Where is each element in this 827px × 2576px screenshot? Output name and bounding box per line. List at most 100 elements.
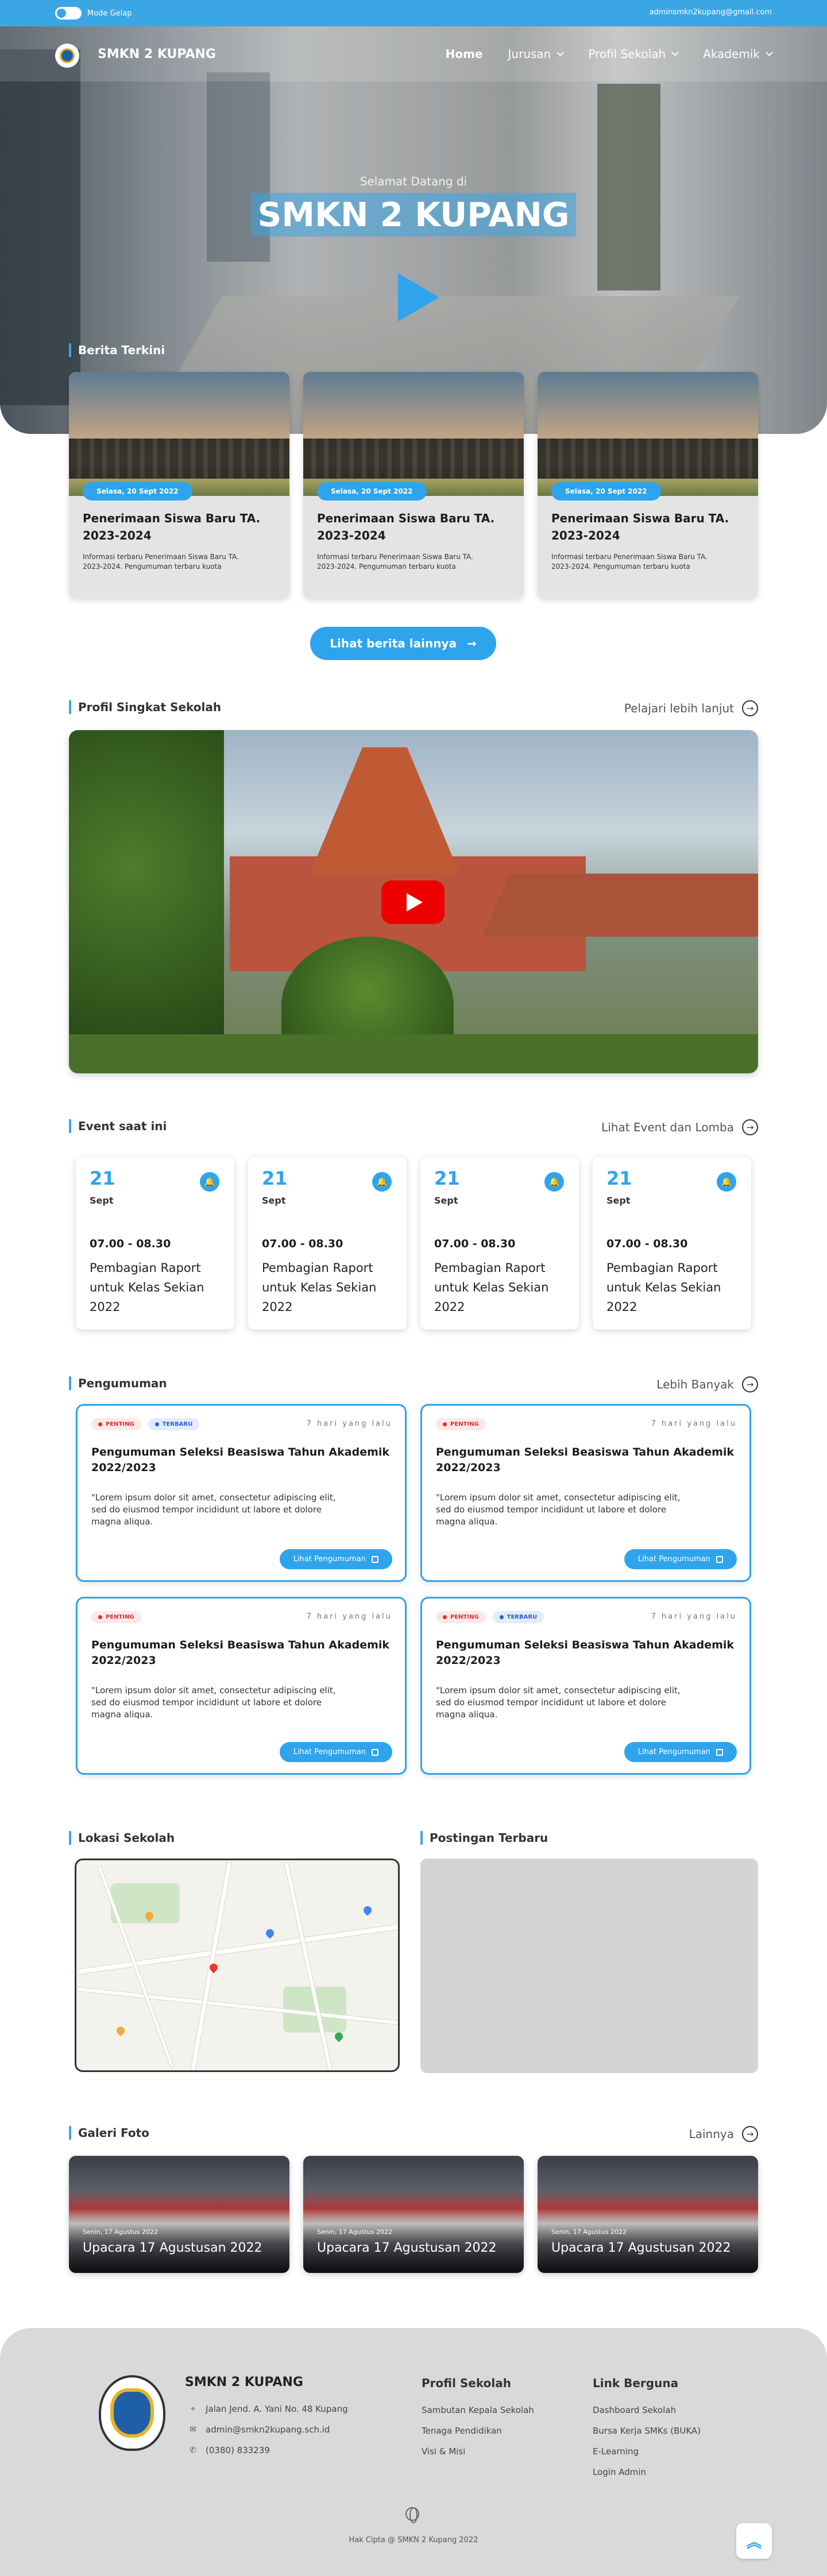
view-announcement-button[interactable]: Lihat Pengumuman: [624, 1549, 737, 1569]
announcement-tags: PENTING TERBARU: [436, 1611, 544, 1623]
footer-link-elearning[interactable]: E-Learning: [593, 2446, 639, 2457]
news-card[interactable]: Selasa, 20 Sept 2022 Penerimaan Siswa Ba…: [69, 372, 289, 598]
footer-profile-title: Profil Sekolah: [422, 2376, 511, 2390]
bell-icon[interactable]: 🔔: [717, 1172, 736, 1192]
event-title: Pembagian Raport untuk Kelas Sekian 2022: [434, 1261, 549, 1314]
announcements-section-title: Pengumuman: [69, 1376, 167, 1390]
gallery-card[interactable]: Senin, 17 Agustus 2022 Upacara 17 Agustu…: [69, 2156, 289, 2273]
gallery-date: Senin, 17 Agustus 2022: [551, 2228, 627, 2236]
bell-icon[interactable]: 🔔: [544, 1172, 564, 1192]
announcement-body: "Lorem ipsum dolor sit amet, consectetur…: [91, 1685, 336, 1720]
footer-phone[interactable]: ✆ (0380) 833239: [188, 2445, 270, 2455]
nav-item-jurusan[interactable]: Jurusan: [508, 47, 565, 61]
news-image: [538, 372, 758, 496]
nav-item-profil-sekolah[interactable]: Profil Sekolah: [588, 47, 679, 61]
school-location-map[interactable]: [75, 1859, 400, 2072]
footer-link-bursa-kerja[interactable]: Bursa Kerja SMKs (BUKA): [593, 2426, 701, 2436]
tag-new: TERBARU: [148, 1418, 200, 1430]
footer-link-login-admin[interactable]: Login Admin: [593, 2467, 646, 2477]
copyright-text: Hak Cipta @ SMKN 2 Kupang 2022: [349, 2536, 478, 2544]
news-title[interactable]: Penerimaan Siswa Baru TA. 2023-2024: [83, 510, 266, 544]
view-announcement-button[interactable]: Lihat Pengumuman: [279, 1742, 392, 1762]
event-time: 07.00 - 08.30: [90, 1237, 171, 1250]
event-card[interactable]: 21 Sept 🔔 07.00 - 08.30 Pembagian Raport…: [420, 1157, 579, 1329]
nav-menu: Home Jurusan Profil Sekolah Akademik: [446, 47, 773, 61]
announcement-card[interactable]: PENTING TERBARU 7 hari yang lalu Pengumu…: [76, 1404, 407, 1582]
news-title[interactable]: Penerimaan Siswa Baru TA. 2023-2024: [317, 510, 501, 544]
announcement-card[interactable]: PENTING TERBARU 7 hari yang lalu Pengumu…: [420, 1597, 751, 1775]
arrow-right-icon: →: [466, 637, 477, 650]
news-card[interactable]: Selasa, 20 Sept 2022 Penerimaan Siswa Ba…: [303, 372, 524, 598]
link-label: Lebih Banyak: [656, 1378, 734, 1391]
view-announcement-button[interactable]: Lihat Pengumuman: [279, 1549, 392, 1569]
external-link-icon: [372, 1748, 378, 1756]
news-image: [303, 372, 524, 496]
announcement-title: Pengumuman Seleksi Beasiswa Tahun Akadem…: [436, 1639, 735, 1667]
news-date-badge: Selasa, 20 Sept 2022: [551, 482, 661, 501]
event-day: 21: [90, 1167, 115, 1189]
youtube-play-icon[interactable]: [381, 880, 445, 924]
tag-important: PENTING: [91, 1611, 141, 1623]
more-news-button[interactable]: Lihat berita lainnya →: [310, 627, 496, 660]
events-more-link[interactable]: Lihat Event dan Lomba →: [601, 1119, 758, 1135]
profile-video[interactable]: [69, 730, 758, 1073]
globe-icon[interactable]: [405, 2507, 419, 2523]
announcement-tags: PENTING: [91, 1611, 141, 1623]
logo-emblem-icon: [60, 48, 75, 63]
event-card[interactable]: 21 Sept 🔔 07.00 - 08.30 Pembagian Raport…: [593, 1157, 751, 1329]
footer-link-dashboard[interactable]: Dashboard Sekolah: [593, 2405, 676, 2415]
gallery-card[interactable]: Senin, 17 Agustus 2022 Upacara 17 Agustu…: [303, 2156, 524, 2273]
view-announcement-button[interactable]: Lihat Pengumuman: [624, 1742, 737, 1762]
video-roof-side: [482, 874, 758, 937]
bell-icon[interactable]: 🔔: [372, 1172, 392, 1192]
location-pin-icon: [115, 2025, 126, 2036]
news-description: Informasi terbaru Penerimaan Siswa Baru …: [317, 553, 473, 571]
bell-icon[interactable]: 🔔: [200, 1172, 219, 1192]
gallery-overlay: [69, 2156, 289, 2273]
contact-email[interactable]: adminsmkn2kupang@gmail.com: [650, 8, 772, 17]
footer-link-tenaga[interactable]: Tenaga Pendidikan: [422, 2426, 502, 2436]
footer: SMKN 2 KUPANG ⌖ Jalan Jend. A. Yani No. 4…: [0, 2328, 827, 2576]
news-card[interactable]: Selasa, 20 Sept 2022 Penerimaan Siswa Ba…: [538, 372, 758, 598]
announcement-card[interactable]: PENTING 7 hari yang lalu Pengumuman Sele…: [420, 1404, 751, 1582]
gallery-title: Upacara 17 Agustusan 2022: [551, 2241, 731, 2255]
event-time: 07.00 - 08.30: [262, 1237, 343, 1250]
profile-learn-more-link[interactable]: Pelajari lebih lanjut →: [624, 700, 758, 716]
announcement-card[interactable]: PENTING 7 hari yang lalu Pengumuman Sele…: [76, 1597, 407, 1775]
nav-item-akademik[interactable]: Akademik: [703, 47, 773, 61]
video-ground: [69, 1034, 758, 1073]
news-description: Informasi terbaru Penerimaan Siswa Baru …: [83, 553, 239, 571]
footer-link-sambutan[interactable]: Sambutan Kepala Sekolah: [422, 2405, 534, 2415]
event-day: 21: [434, 1167, 460, 1189]
button-label: Lihat Pengumuman: [637, 1555, 710, 1564]
gallery-title: Upacara 17 Agustusan 2022: [83, 2241, 262, 2255]
brand-name[interactable]: SMKN 2 KUPANG: [98, 47, 216, 61]
dark-mode-toggle[interactable]: Mode Gelap: [55, 7, 132, 20]
arrow-right-circle-icon: →: [742, 700, 758, 716]
news-date-badge: Selasa, 20 Sept 2022: [317, 482, 427, 501]
footer-email[interactable]: ✉ admin@smkn2kupang.sch.id: [188, 2424, 330, 2435]
footer-school-name: SMKN 2 KUPANG: [185, 2375, 303, 2389]
announcement-tags: PENTING: [436, 1418, 486, 1430]
event-time: 07.00 - 08.30: [606, 1237, 688, 1250]
play-icon[interactable]: [398, 273, 439, 321]
school-logo[interactable]: [55, 44, 79, 68]
profile-section-header: Profil Singkat Sekolah Pelajari lebih la…: [69, 700, 758, 717]
gallery-card[interactable]: Senin, 17 Agustus 2022 Upacara 17 Agustu…: [538, 2156, 758, 2273]
tag-new: TERBARU: [492, 1611, 544, 1623]
chevrons-up-icon[interactable]: ︽: [736, 2523, 772, 2559]
announcements-more-link[interactable]: Lebih Banyak →: [656, 1376, 758, 1392]
toggle-icon[interactable]: [55, 7, 82, 20]
announcement-time: 7 hari yang lalu: [651, 1612, 737, 1621]
hero-welcome: Selamat Datang di: [360, 174, 467, 188]
gallery-date: Senin, 17 Agustus 2022: [83, 2228, 158, 2236]
event-card[interactable]: 21 Sept 🔔 07.00 - 08.30 Pembagian Raport…: [76, 1157, 234, 1329]
nav-item-home[interactable]: Home: [446, 47, 483, 61]
news-title[interactable]: Penerimaan Siswa Baru TA. 2023-2024: [551, 510, 735, 544]
event-card[interactable]: 21 Sept 🔔 07.00 - 08.30 Pembagian Raport…: [248, 1157, 407, 1329]
dot-icon: [98, 1615, 102, 1619]
gallery-more-link[interactable]: Lainnya →: [689, 2126, 758, 2142]
news-description: Informasi terbaru Penerimaan Siswa Baru …: [551, 553, 708, 571]
dot-icon: [443, 1615, 447, 1619]
footer-link-visi-misi[interactable]: Visi & Misi: [422, 2446, 465, 2457]
